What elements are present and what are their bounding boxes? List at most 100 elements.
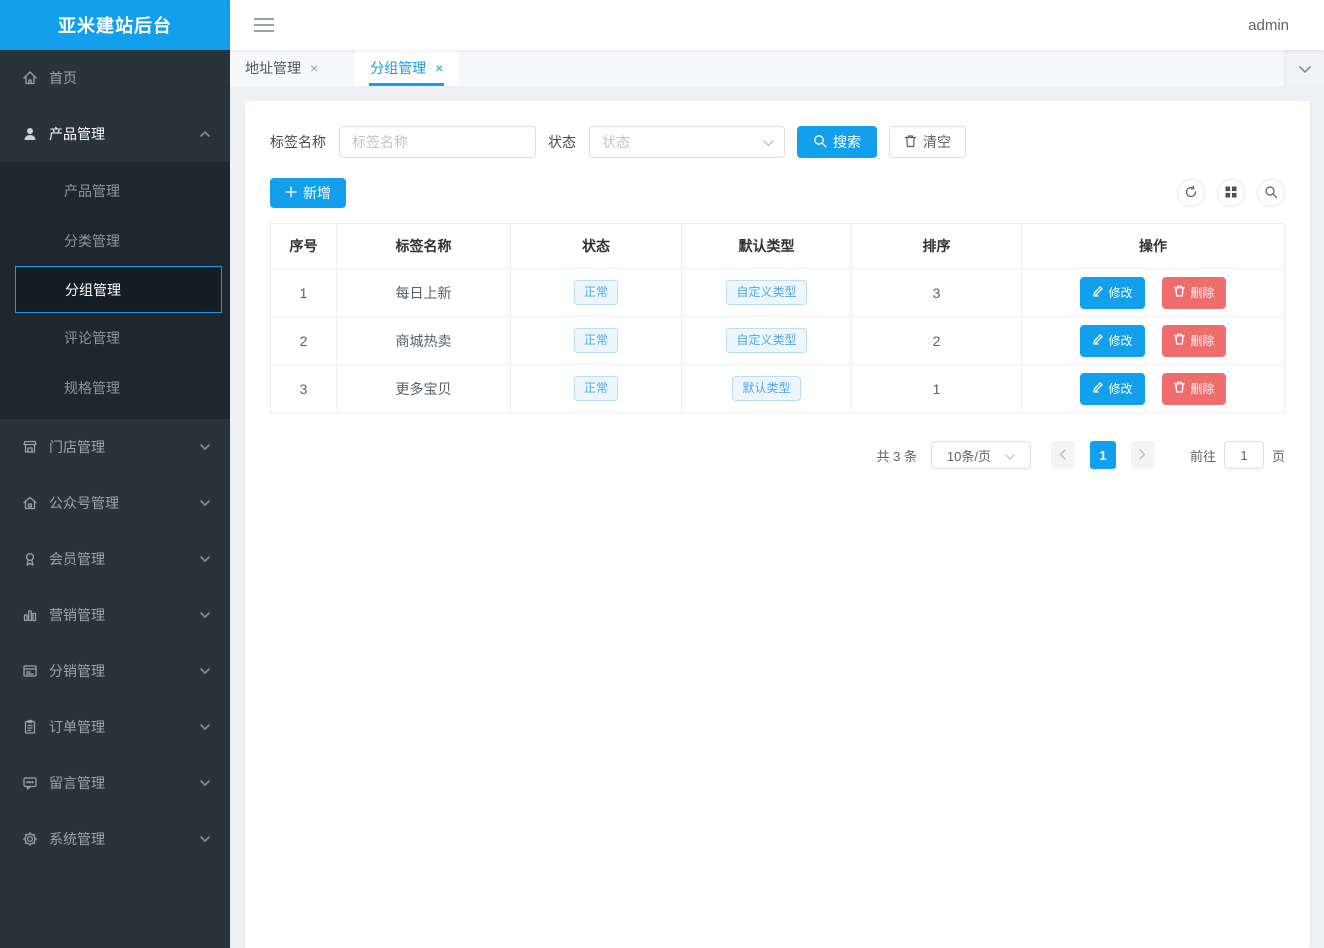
status-badge: 正常 bbox=[574, 280, 618, 304]
order-icon bbox=[22, 719, 38, 735]
message-icon bbox=[22, 775, 38, 791]
goto-page-group: 前往 页 bbox=[1190, 441, 1285, 469]
tab-address[interactable]: 地址管理 × bbox=[230, 50, 333, 86]
submenu-item-spec[interactable]: 规格管理 bbox=[0, 363, 230, 413]
chevron-right-icon bbox=[1139, 448, 1146, 463]
edit-button[interactable]: 修改 bbox=[1080, 373, 1145, 405]
chevron-down-icon bbox=[763, 134, 774, 150]
edit-button-label: 修改 bbox=[1109, 380, 1133, 397]
sidebar-item-orders[interactable]: 订单管理 bbox=[0, 699, 230, 755]
sidebar-item-label: 分销管理 bbox=[49, 661, 105, 681]
submenu-products: 产品管理 分类管理 分组管理 评论管理 规格管理 bbox=[0, 162, 230, 419]
sidebar-item-official-account[interactable]: 公众号管理 bbox=[0, 475, 230, 531]
submenu-item-group[interactable]: 分组管理 bbox=[15, 266, 222, 313]
next-page-button[interactable] bbox=[1131, 441, 1155, 469]
delete-button[interactable]: 删除 bbox=[1162, 325, 1226, 357]
delete-button[interactable]: 删除 bbox=[1162, 373, 1226, 405]
medal-icon bbox=[22, 551, 38, 567]
chevron-down-icon bbox=[200, 724, 210, 730]
delete-button-label: 删除 bbox=[1190, 332, 1214, 349]
density-button[interactable] bbox=[1217, 179, 1245, 207]
content-card: 标签名称 状态 状态 搜索 bbox=[245, 101, 1310, 948]
close-icon[interactable]: × bbox=[310, 61, 318, 75]
column-header-type: 默认类型 bbox=[682, 224, 852, 269]
add-button[interactable]: 新增 bbox=[270, 178, 346, 208]
delete-button-label: 删除 bbox=[1190, 284, 1214, 301]
delete-button[interactable]: 删除 bbox=[1162, 277, 1226, 309]
delete-button-label: 删除 bbox=[1190, 380, 1214, 397]
tabbar: 地址管理 × 分组管理 × bbox=[230, 50, 1324, 86]
cell-name: 每日上新 bbox=[337, 269, 511, 317]
search-icon bbox=[1264, 185, 1278, 202]
close-icon[interactable]: × bbox=[435, 61, 443, 75]
home-icon bbox=[22, 70, 38, 86]
bar-chart-icon bbox=[22, 607, 38, 623]
main-area: admin 地址管理 × 分组管理 × 标签名称 bbox=[230, 0, 1324, 948]
sidebar-item-marketing[interactable]: 营销管理 bbox=[0, 587, 230, 643]
sidebar-item-label: 首页 bbox=[49, 68, 77, 88]
hamburger-icon[interactable] bbox=[250, 14, 278, 36]
content: 标签名称 状态 状态 搜索 bbox=[230, 86, 1324, 948]
sidebar-item-stores[interactable]: 门店管理 bbox=[0, 419, 230, 475]
submenu-item-comment[interactable]: 评论管理 bbox=[0, 313, 230, 363]
tab-group[interactable]: 分组管理 × bbox=[355, 50, 458, 86]
user-icon bbox=[22, 126, 38, 142]
pencil-icon bbox=[1092, 285, 1104, 300]
page-number-active[interactable]: 1 bbox=[1090, 441, 1116, 469]
sidebar-item-system[interactable]: 系统管理 bbox=[0, 811, 230, 867]
sidebar-item-distribution[interactable]: 分销管理 bbox=[0, 643, 230, 699]
pencil-icon bbox=[1092, 333, 1104, 348]
status-select-placeholder: 状态 bbox=[602, 132, 763, 152]
chevron-down-icon bbox=[1005, 448, 1015, 463]
submenu-item-label: 分类管理 bbox=[64, 231, 120, 251]
cell-name: 更多宝贝 bbox=[337, 365, 511, 413]
chevron-down-icon bbox=[1299, 60, 1311, 76]
sidebar-item-label: 订单管理 bbox=[49, 717, 105, 737]
chevron-down-icon bbox=[200, 612, 210, 618]
prev-page-button[interactable] bbox=[1051, 441, 1075, 469]
page-size-select[interactable]: 10条/页 bbox=[931, 441, 1031, 469]
table-row: 1 每日上新 正常 自定义类型 3 修改 bbox=[271, 269, 1285, 317]
search-button[interactable]: 搜索 bbox=[797, 126, 877, 158]
topbar: admin bbox=[230, 0, 1324, 50]
table-header-row: 序号 标签名称 状态 默认类型 排序 操作 bbox=[271, 224, 1285, 269]
gear-icon bbox=[22, 831, 38, 847]
column-header-sort: 排序 bbox=[852, 224, 1022, 269]
type-badge: 默认类型 bbox=[732, 376, 800, 400]
tab-label: 地址管理 bbox=[245, 58, 301, 78]
user-name[interactable]: admin bbox=[1248, 17, 1289, 34]
sidebar-item-label: 公众号管理 bbox=[49, 493, 119, 513]
status-filter-select[interactable]: 状态 bbox=[589, 126, 785, 158]
column-header-actions: 操作 bbox=[1022, 224, 1285, 269]
submenu-item-category[interactable]: 分类管理 bbox=[0, 216, 230, 266]
search-icon bbox=[813, 134, 827, 151]
sidebar-item-label: 营销管理 bbox=[49, 605, 105, 625]
pencil-icon bbox=[1092, 381, 1104, 396]
chevron-down-icon bbox=[200, 444, 210, 450]
cell-index: 1 bbox=[271, 269, 337, 317]
name-filter-input[interactable] bbox=[339, 126, 536, 158]
goto-label: 前往 bbox=[1190, 446, 1216, 465]
status-badge: 正常 bbox=[574, 328, 618, 352]
sidebar: 亚米建站后台 首页 产品管理 产品管理 分类管理 分组管理 bbox=[0, 0, 230, 948]
submenu-item-product[interactable]: 产品管理 bbox=[0, 166, 230, 216]
sidebar-item-members[interactable]: 会员管理 bbox=[0, 531, 230, 587]
edit-button[interactable]: 修改 bbox=[1080, 277, 1145, 309]
edit-button-label: 修改 bbox=[1109, 284, 1133, 301]
tab-list-dropdown-button[interactable] bbox=[1284, 50, 1324, 86]
column-search-button[interactable] bbox=[1257, 179, 1285, 207]
goto-page-input[interactable] bbox=[1224, 441, 1264, 469]
sidebar-item-home[interactable]: 首页 bbox=[0, 50, 230, 106]
toolbar-row: 新增 bbox=[270, 178, 1285, 208]
sidebar-item-products[interactable]: 产品管理 bbox=[0, 106, 230, 162]
column-header-status: 状态 bbox=[511, 224, 682, 269]
submenu-item-label: 规格管理 bbox=[64, 378, 120, 398]
refresh-button[interactable] bbox=[1177, 179, 1205, 207]
shop-icon bbox=[22, 439, 38, 455]
edit-button[interactable]: 修改 bbox=[1080, 325, 1145, 357]
column-header-name: 标签名称 bbox=[337, 224, 511, 269]
sidebar-item-messages[interactable]: 留言管理 bbox=[0, 755, 230, 811]
chevron-down-icon bbox=[200, 668, 210, 674]
clear-button[interactable]: 清空 bbox=[889, 126, 966, 158]
card-icon bbox=[22, 663, 38, 679]
